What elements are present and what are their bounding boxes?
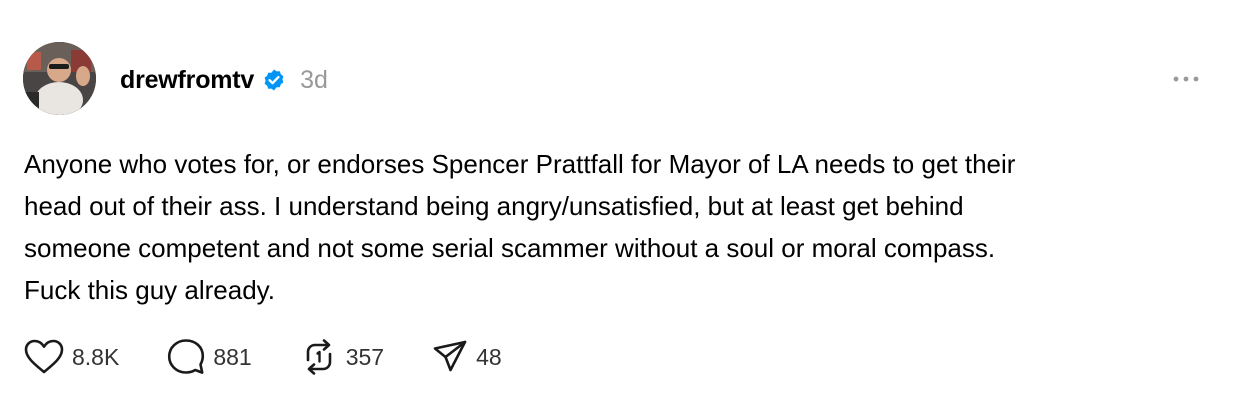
post-card: drewfromtv 3d Anyone who votes for, or e… <box>0 0 1238 398</box>
repost-count: 357 <box>345 343 385 370</box>
share-icon <box>433 340 467 372</box>
post-body-line: head out of their ass. I understand bein… <box>24 191 964 221</box>
more-icon <box>1173 76 1199 82</box>
reply-button[interactable]: 881 <box>167 338 252 376</box>
post-body-line: Anyone who votes for, or endorses Spence… <box>24 149 1016 179</box>
heart-icon <box>24 339 64 374</box>
post-timestamp: 3d <box>300 65 328 94</box>
post-body: Anyone who votes for, or endorses Spence… <box>24 143 1214 311</box>
username[interactable]: drewfromtv <box>120 66 254 95</box>
repost-icon <box>306 339 332 375</box>
post-body-line: Fuck this guy already. <box>24 275 275 305</box>
comment-icon <box>168 339 205 374</box>
repost-button[interactable]: 357 <box>300 338 384 376</box>
post-body-line: someone competent and not some serial sc… <box>24 233 996 263</box>
share-count: 48 <box>476 343 502 370</box>
verified-badge-icon <box>262 68 286 92</box>
post-header: drewfromtv 3d <box>120 60 328 100</box>
like-count: 8.8K <box>72 343 120 370</box>
share-button[interactable]: 48 <box>432 339 502 375</box>
reply-count: 881 <box>213 343 252 370</box>
action-bar: 8.8K 881 357 48 <box>24 337 550 377</box>
like-button[interactable]: 8.8K <box>24 339 119 375</box>
avatar[interactable] <box>23 42 96 115</box>
more-options-button[interactable] <box>1170 66 1202 92</box>
